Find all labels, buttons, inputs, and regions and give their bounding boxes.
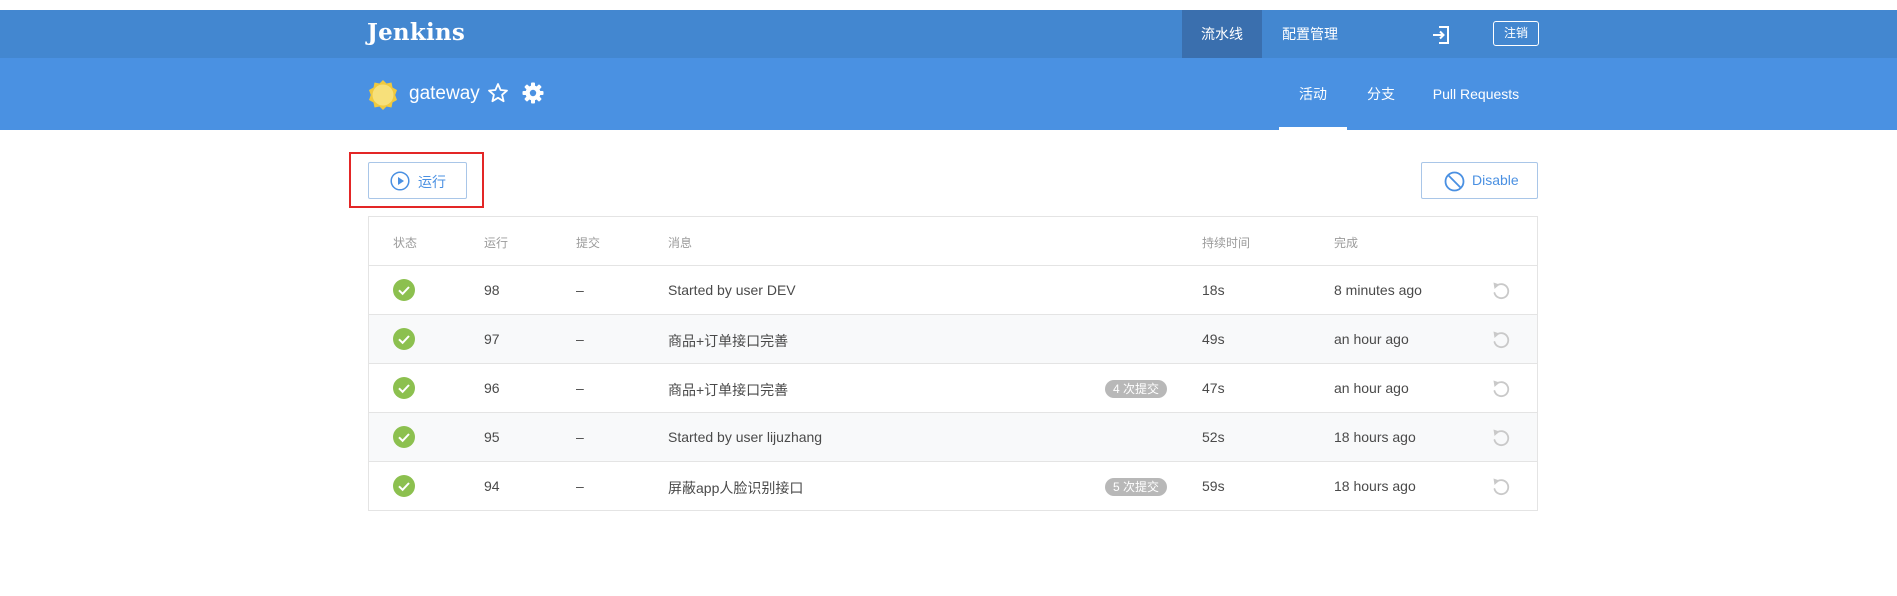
success-check-icon <box>393 279 415 301</box>
gear-icon[interactable] <box>521 81 545 105</box>
tab-branches[interactable]: 分支 <box>1353 58 1409 130</box>
run-number[interactable]: 94 <box>484 478 500 494</box>
rerun-icon[interactable] <box>1490 329 1512 351</box>
table-row[interactable]: 98 – Started by user DEV 18s 8 minutes a… <box>369 266 1537 315</box>
job-header-bar: gateway 活动 分支 Pull Requests <box>0 58 1897 130</box>
commit-cell: – <box>576 331 584 347</box>
table-row[interactable]: 96 – 商品+订单接口完善 4 次提交 47s an hour ago <box>369 364 1537 413</box>
run-number[interactable]: 97 <box>484 331 500 347</box>
message-cell: 商品+订单接口完善 <box>668 333 789 349</box>
tab-pull-requests[interactable]: Pull Requests <box>1421 58 1531 130</box>
commit-cell: – <box>576 429 584 445</box>
rerun-icon[interactable] <box>1490 280 1512 302</box>
header-completed: 完成 <box>1334 236 1359 250</box>
rerun-icon[interactable] <box>1490 427 1512 449</box>
disable-button[interactable]: Disable <box>1421 162 1538 199</box>
success-check-icon <box>393 377 415 399</box>
exit-icon[interactable] <box>1430 24 1452 46</box>
success-check-icon <box>393 475 415 497</box>
header-message: 消息 <box>668 236 693 250</box>
header-duration: 持续时间 <box>1202 236 1251 250</box>
commit-cell: – <box>576 380 584 396</box>
commit-cell: – <box>576 478 584 494</box>
duration-cell: 52s <box>1202 429 1225 445</box>
run-number[interactable]: 96 <box>484 380 500 396</box>
tab-activity[interactable]: 活动 <box>1279 58 1347 130</box>
logout-button[interactable]: 注销 <box>1493 21 1539 46</box>
header-run: 运行 <box>484 236 509 250</box>
top-nav-bar: Jenkins 流水线 配置管理 注销 <box>0 10 1897 58</box>
rerun-icon[interactable] <box>1490 476 1512 498</box>
nav-admin[interactable]: 配置管理 <box>1263 10 1357 58</box>
nav-pipelines[interactable]: 流水线 <box>1182 10 1262 58</box>
run-number[interactable]: 95 <box>484 429 500 445</box>
run-button[interactable]: 运行 <box>368 162 467 199</box>
commit-count-badge[interactable]: 5 次提交 <box>1105 478 1168 496</box>
duration-cell: 47s <box>1202 380 1225 396</box>
message-cell: 屏蔽app人脸识别接口 <box>668 480 804 496</box>
message-cell: Started by user DEV <box>668 282 796 298</box>
duration-cell: 18s <box>1202 282 1225 298</box>
play-circle-icon <box>390 171 410 191</box>
header-commit: 提交 <box>576 236 601 250</box>
star-outline-icon[interactable] <box>487 82 509 104</box>
success-check-icon <box>393 328 415 350</box>
commit-cell: – <box>576 282 584 298</box>
completed-cell: 8 minutes ago <box>1334 282 1422 298</box>
table-row[interactable]: 97 – 商品+订单接口完善 49s an hour ago <box>369 315 1537 364</box>
header-status: 状态 <box>393 236 418 250</box>
message-cell: 商品+订单接口完善 <box>668 382 789 398</box>
completed-cell: 18 hours ago <box>1334 478 1416 494</box>
completed-cell: 18 hours ago <box>1334 429 1416 445</box>
commit-count-badge[interactable]: 4 次提交 <box>1105 380 1168 398</box>
message-cell: Started by user lijuzhang <box>668 429 823 445</box>
disable-button-label: Disable <box>1472 172 1519 188</box>
completed-cell: an hour ago <box>1334 380 1409 396</box>
runs-table: 状态 运行 提交 消息 持续时间 完成 98 – Started by user… <box>368 216 1538 511</box>
duration-cell: 49s <box>1202 331 1225 347</box>
ban-icon <box>1444 171 1465 192</box>
table-row[interactable]: 94 – 屏蔽app人脸识别接口 5 次提交 59s 18 hours ago <box>369 462 1537 511</box>
sun-weather-icon <box>369 80 397 110</box>
page-top-strip <box>0 0 1897 10</box>
table-header: 状态 运行 提交 消息 持续时间 完成 <box>369 217 1537 266</box>
jenkins-logo[interactable]: Jenkins <box>367 19 465 46</box>
completed-cell: an hour ago <box>1334 331 1409 347</box>
success-check-icon <box>393 426 415 448</box>
duration-cell: 59s <box>1202 478 1225 494</box>
run-button-label: 运行 <box>418 174 446 190</box>
table-row[interactable]: 95 – Started by user lijuzhang 52s 18 ho… <box>369 413 1537 462</box>
rerun-icon[interactable] <box>1490 378 1512 400</box>
run-number[interactable]: 98 <box>484 282 500 298</box>
job-name[interactable]: gateway <box>409 83 480 105</box>
